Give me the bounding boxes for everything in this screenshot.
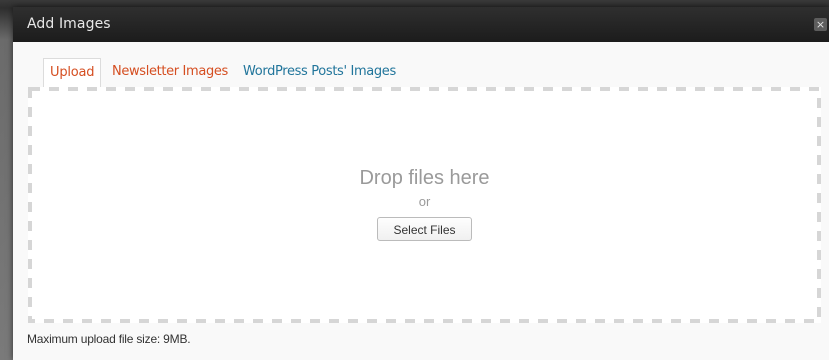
- tab-newsletter-images[interactable]: Newsletter Images: [112, 58, 228, 86]
- upload-dropzone[interactable]: Drop files here or Select Files: [28, 87, 821, 323]
- tab-upload[interactable]: Upload: [43, 58, 102, 88]
- or-label: or: [418, 194, 431, 209]
- dialog-title: Add Images: [27, 16, 111, 32]
- drop-files-heading: Drop files here: [359, 167, 490, 189]
- tab-wordpress-posts-images[interactable]: WordPress Posts' Images: [243, 58, 396, 86]
- max-upload-size-text: Maximum upload file size: 9MB.: [27, 332, 191, 346]
- close-icon[interactable]: ×: [814, 18, 827, 31]
- add-images-dialog: Add Images × Upload Newsletter Images Wo…: [13, 7, 829, 360]
- select-files-button[interactable]: Select Files: [377, 217, 472, 241]
- dialog-titlebar: Add Images ×: [13, 7, 829, 42]
